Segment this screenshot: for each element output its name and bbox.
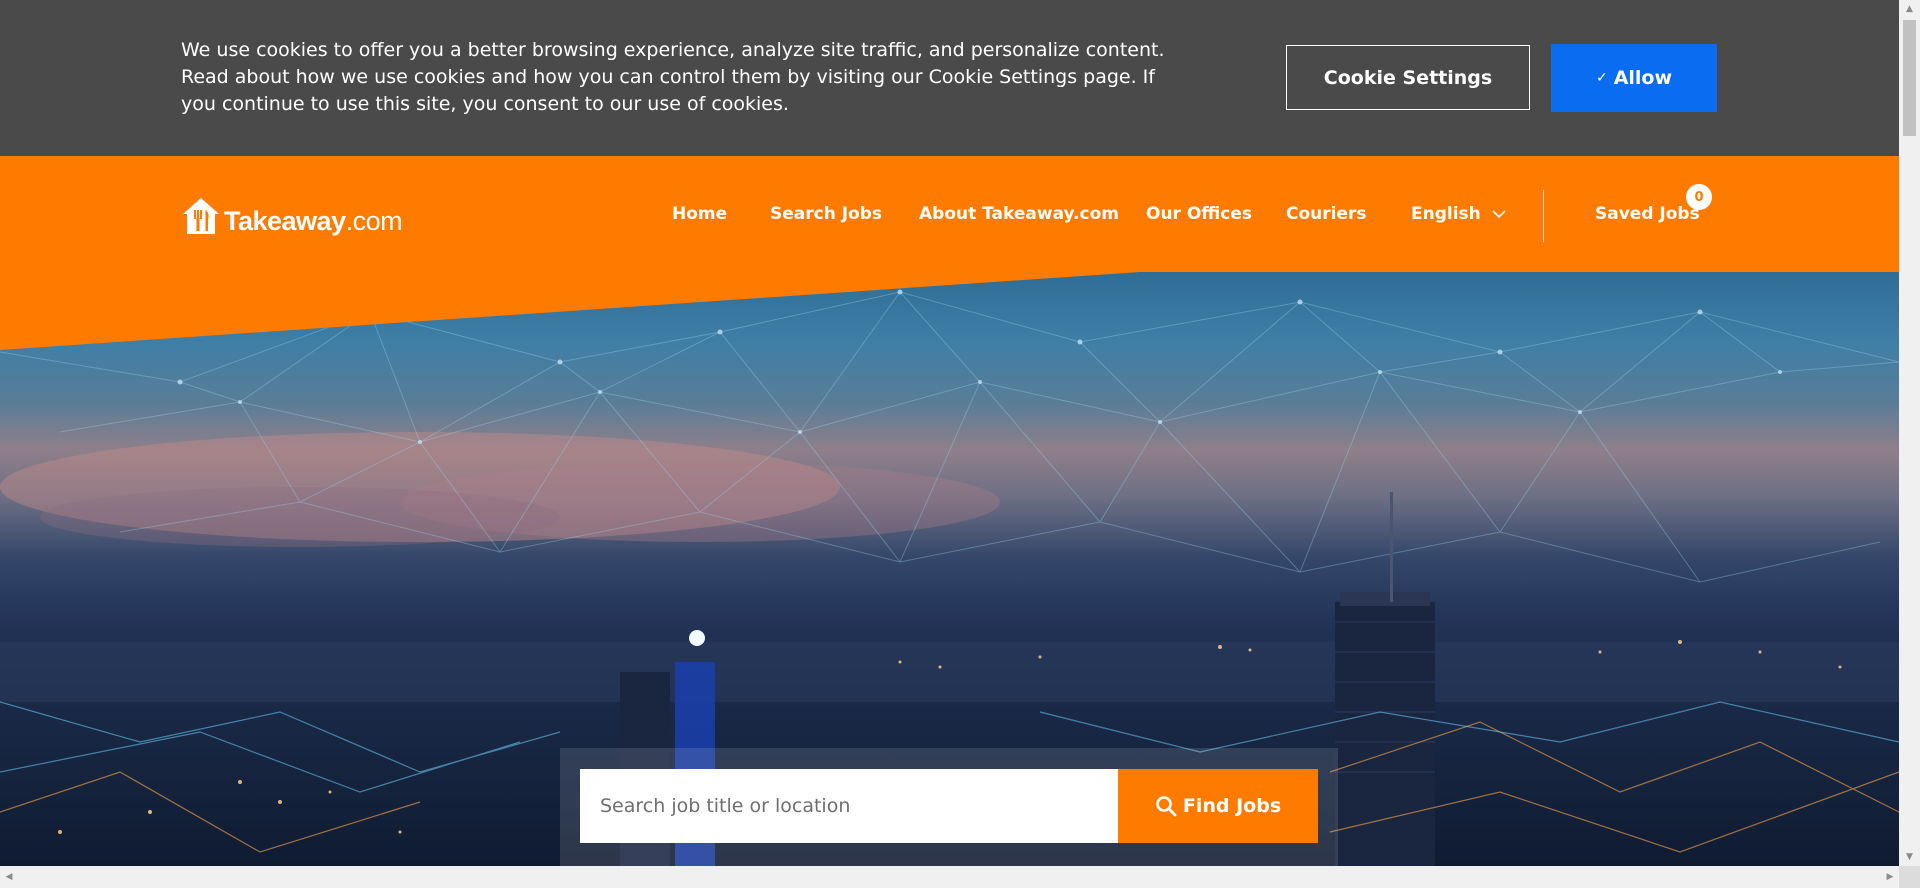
saved-jobs-count-badge: 0	[1686, 184, 1712, 210]
language-label: English	[1411, 204, 1481, 224]
site-header: Takeaway.com Home Search Jobs About Take…	[0, 156, 1899, 272]
search-input[interactable]	[580, 769, 1118, 843]
cookie-message: We use cookies to offer you a better bro…	[181, 39, 1165, 115]
vertical-scroll-thumb[interactable]	[1903, 20, 1916, 136]
cookie-settings-label: Cookie Settings	[1323, 66, 1493, 89]
find-jobs-label: Find Jobs	[1182, 795, 1282, 817]
house-fork-knife-icon	[183, 198, 219, 234]
cookie-settings-button[interactable]: Cookie Settings	[1286, 45, 1530, 110]
scroll-down-icon[interactable]: ▼	[1899, 848, 1920, 866]
cookie-banner: We use cookies to offer you a better bro…	[0, 0, 1899, 156]
nav-about[interactable]: About Takeaway.com	[919, 204, 1119, 224]
search-icon	[1156, 796, 1177, 817]
logo-suffix: .com	[345, 206, 403, 236]
logo-brand: Takeaway	[224, 206, 346, 236]
scroll-left-icon[interactable]: ◀	[0, 866, 18, 888]
nav-search-jobs[interactable]: Search Jobs	[770, 204, 882, 224]
takeaway-logo[interactable]: Takeaway.com	[181, 194, 403, 236]
nav-divider	[1543, 190, 1544, 242]
check-icon: ✓	[1595, 70, 1608, 86]
page: We use cookies to offer you a better bro…	[0, 0, 1920, 888]
scroll-right-icon[interactable]: ▶	[1881, 866, 1899, 888]
nav-home[interactable]: Home	[672, 204, 727, 224]
chevron-down-icon	[1492, 209, 1506, 218]
horizontal-scrollbar[interactable]: ◀ ▶	[0, 866, 1899, 888]
scrollbar-corner	[1899, 866, 1920, 888]
allow-cookies-button[interactable]: ✓ Allow	[1551, 44, 1717, 112]
saved-jobs-link[interactable]: Saved Jobs	[1595, 204, 1700, 224]
language-selector[interactable]: English	[1411, 204, 1506, 224]
vertical-scrollbar[interactable]: ▲ ▼	[1899, 0, 1920, 866]
scroll-up-icon[interactable]: ▲	[1899, 0, 1920, 18]
allow-label: Allow	[1613, 67, 1673, 89]
nav-couriers[interactable]: Couriers	[1286, 204, 1367, 224]
nav-our-offices[interactable]: Our Offices	[1146, 204, 1252, 224]
find-jobs-button[interactable]: Find Jobs	[1118, 769, 1318, 843]
